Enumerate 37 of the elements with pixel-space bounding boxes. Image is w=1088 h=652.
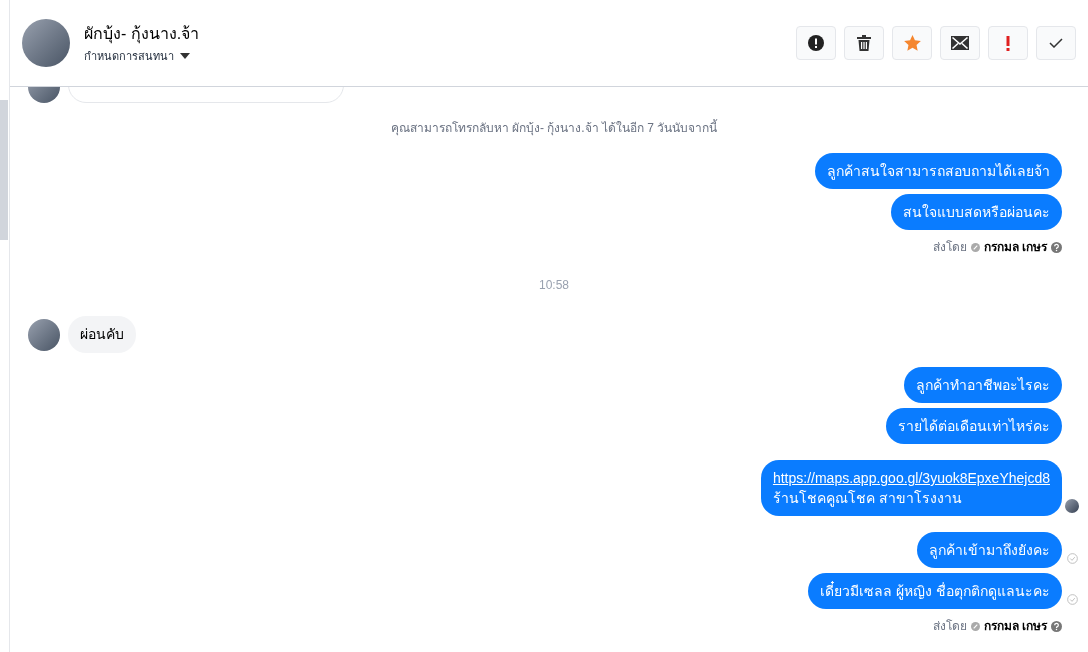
sent-by-label: ส่งโดย — [932, 618, 967, 635]
agent-name: กรกมล เกษร — [983, 239, 1047, 256]
contact-avatar — [22, 19, 70, 67]
sent-by-label: ส่งโดย — [932, 239, 967, 256]
message-bubble: ลูกค้าทำอาชีพอะไรคะ — [904, 367, 1062, 403]
contact-name: ผักบุ้ง- กุ้งนาง.จ้า — [84, 23, 200, 46]
message-bubble: สนใจแบบสดหรือผ่อนคะ — [891, 194, 1062, 230]
report-icon — [808, 35, 824, 51]
agent-name: กรกมล เกษร — [983, 618, 1047, 635]
timestamp: 10:58 — [539, 277, 569, 294]
scrollbar-thumb[interactable] — [0, 100, 8, 240]
message-link[interactable]: https://maps.app.goo.gl/3yuok8EpxeYhejcd8 — [772, 468, 1050, 488]
call-back-notice: คุณสามารถโทรกลับหา ผักบุ้ง- กุ้งนาง.จ้า ได้ในอีก 7 วันนับจากนี้ — [390, 119, 718, 137]
message-bubble: เดี๋ยวมีเซลล ผู้หญิง ชื่อตุกติกดูแลนะคะ — [808, 573, 1062, 609]
done-button[interactable] — [1036, 26, 1076, 60]
agent-icon — [970, 621, 980, 631]
message-bubble: ลูกค้าเข้ามาถึงยังคะ — [917, 532, 1062, 568]
message-bubble: ลูกค้าสนใจสามารถสอบถามได้เลยจ้า — [815, 153, 1062, 189]
important-button[interactable] — [988, 26, 1028, 60]
message-text: ร้านโชคคูณโชค สาขาโรงงาน — [772, 489, 963, 508]
agent-icon — [970, 242, 980, 252]
caret-icon — [180, 53, 190, 59]
envelope-icon — [951, 36, 969, 50]
check-icon — [1049, 38, 1063, 48]
help-icon[interactable] — [1051, 241, 1062, 253]
exclamation-icon — [1006, 35, 1010, 51]
report-button[interactable] — [796, 26, 836, 60]
contact-avatar — [28, 318, 60, 351]
message-bubble: ผ่อนคับ — [68, 316, 136, 353]
delete-button[interactable] — [844, 26, 884, 60]
message-bubble: รายได้ต่อเดือนเท่าไหร่คะ — [886, 408, 1062, 444]
help-icon[interactable] — [1051, 620, 1062, 632]
conversation-settings-dropdown[interactable]: กำหนดการสนทนา — [84, 47, 200, 65]
mail-button[interactable] — [940, 26, 980, 60]
star-button[interactable] — [892, 26, 932, 60]
star-icon — [903, 35, 921, 51]
trash-icon — [857, 35, 871, 51]
